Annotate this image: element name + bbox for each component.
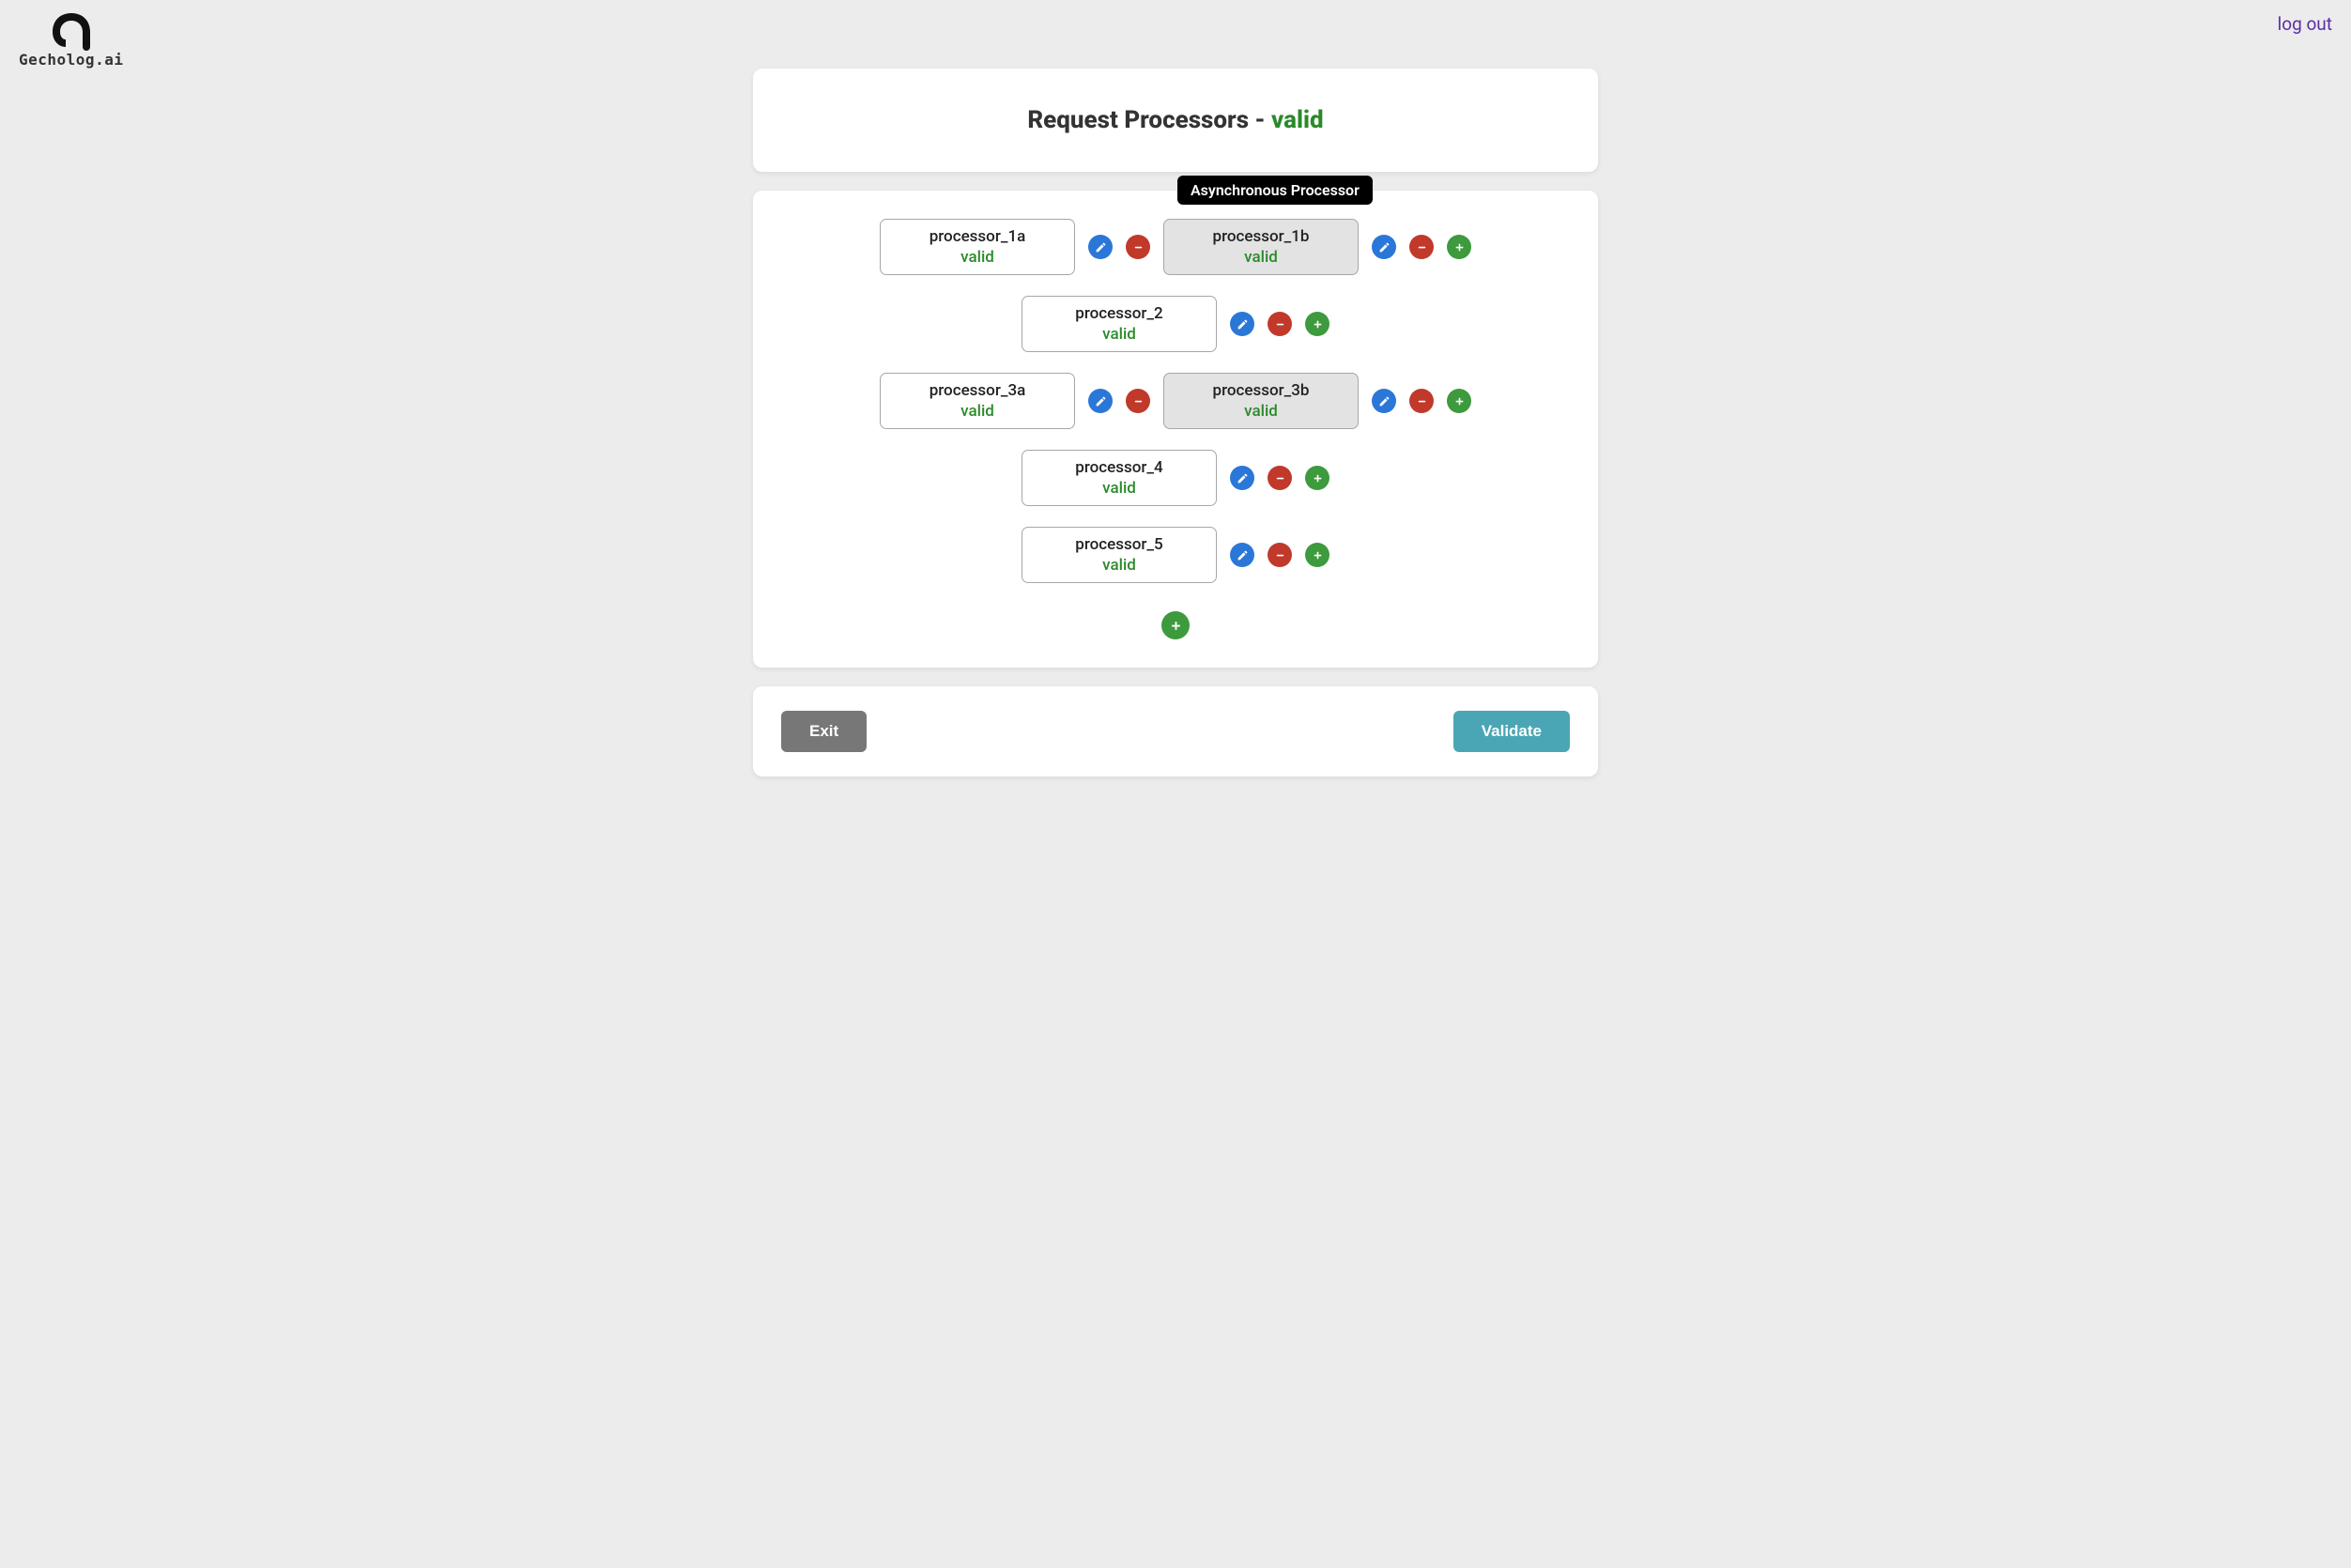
remove-button[interactable] xyxy=(1268,466,1292,490)
processor-box-async[interactable]: processor_1b valid xyxy=(1163,219,1359,275)
add-button[interactable] xyxy=(1447,235,1471,259)
processor-box[interactable]: processor_3a valid xyxy=(880,373,1075,429)
minus-icon xyxy=(1274,318,1286,331)
pencil-icon xyxy=(1095,241,1107,254)
logout-link[interactable]: log out xyxy=(2278,13,2332,35)
edit-button[interactable] xyxy=(1230,312,1254,336)
processor-row: processor_5 valid xyxy=(781,527,1570,583)
pencil-icon xyxy=(1378,241,1391,254)
header-card: Request Processors - valid xyxy=(753,69,1598,172)
minus-icon xyxy=(1416,395,1428,407)
processor-name: processor_5 xyxy=(1075,535,1162,554)
page-title: Request Processors - valid xyxy=(772,106,1579,134)
processor-box[interactable]: processor_4 valid xyxy=(1022,450,1217,506)
processor-name: processor_1a xyxy=(930,227,1026,246)
page-status: valid xyxy=(1271,106,1324,134)
processor-name: processor_2 xyxy=(1075,304,1162,323)
minus-icon xyxy=(1132,241,1145,254)
remove-button[interactable] xyxy=(1409,235,1434,259)
remove-button[interactable] xyxy=(1126,389,1150,413)
plus-icon xyxy=(1312,472,1324,484)
pencil-icon xyxy=(1237,472,1249,484)
add-button[interactable] xyxy=(1447,389,1471,413)
title-prefix: Request Processors - xyxy=(1027,106,1271,134)
exit-button[interactable]: Exit xyxy=(781,711,867,752)
remove-button[interactable] xyxy=(1409,389,1434,413)
minus-icon xyxy=(1274,472,1286,484)
processors-card: Asynchronous Processor processor_1a vali… xyxy=(753,191,1598,668)
minus-icon xyxy=(1132,395,1145,407)
logo-icon xyxy=(45,9,98,51)
remove-button[interactable] xyxy=(1126,235,1150,259)
pencil-icon xyxy=(1095,395,1107,407)
processor-row: processor_2 valid xyxy=(781,296,1570,352)
edit-button[interactable] xyxy=(1088,235,1113,259)
plus-icon xyxy=(1312,549,1324,561)
processor-status: valid xyxy=(1244,248,1278,267)
processor-status: valid xyxy=(1102,556,1136,575)
processor-box[interactable]: processor_5 valid xyxy=(1022,527,1217,583)
minus-icon xyxy=(1274,549,1286,561)
footer-card: Exit Validate xyxy=(753,686,1598,776)
processor-status: valid xyxy=(960,402,994,421)
plus-icon xyxy=(1169,619,1183,633)
plus-icon xyxy=(1312,318,1324,331)
validate-button[interactable]: Validate xyxy=(1453,711,1570,752)
processor-row: processor_1a valid processor_1b valid xyxy=(781,219,1570,275)
add-button[interactable] xyxy=(1305,312,1329,336)
processor-box-async[interactable]: processor_3b valid xyxy=(1163,373,1359,429)
processor-name: processor_4 xyxy=(1075,458,1162,477)
plus-icon xyxy=(1453,395,1466,407)
minus-icon xyxy=(1416,241,1428,254)
processor-status: valid xyxy=(1244,402,1278,421)
processor-box[interactable]: processor_2 valid xyxy=(1022,296,1217,352)
tooltip-async-processor: Asynchronous Processor xyxy=(1177,176,1373,205)
plus-icon xyxy=(1453,241,1466,254)
remove-button[interactable] xyxy=(1268,312,1292,336)
processor-row: processor_3a valid processor_3b valid xyxy=(781,373,1570,429)
add-button[interactable] xyxy=(1305,466,1329,490)
edit-button[interactable] xyxy=(1372,389,1396,413)
edit-button[interactable] xyxy=(1230,466,1254,490)
brand-name: Gecholog.ai xyxy=(19,51,123,69)
processor-box[interactable]: processor_1a valid xyxy=(880,219,1075,275)
pencil-icon xyxy=(1378,395,1391,407)
processor-row: processor_4 valid xyxy=(781,450,1570,506)
edit-button[interactable] xyxy=(1372,235,1396,259)
pencil-icon xyxy=(1237,549,1249,561)
processor-status: valid xyxy=(960,248,994,267)
pencil-icon xyxy=(1237,318,1249,331)
remove-button[interactable] xyxy=(1268,543,1292,567)
add-row-button[interactable] xyxy=(1161,611,1190,639)
processor-name: processor_3b xyxy=(1213,381,1310,400)
edit-button[interactable] xyxy=(1230,543,1254,567)
app-logo: Gecholog.ai xyxy=(19,9,123,69)
processor-status: valid xyxy=(1102,479,1136,498)
add-button[interactable] xyxy=(1305,543,1329,567)
processor-name: processor_3a xyxy=(930,381,1026,400)
processor-status: valid xyxy=(1102,325,1136,344)
processor-name: processor_1b xyxy=(1213,227,1310,246)
edit-button[interactable] xyxy=(1088,389,1113,413)
